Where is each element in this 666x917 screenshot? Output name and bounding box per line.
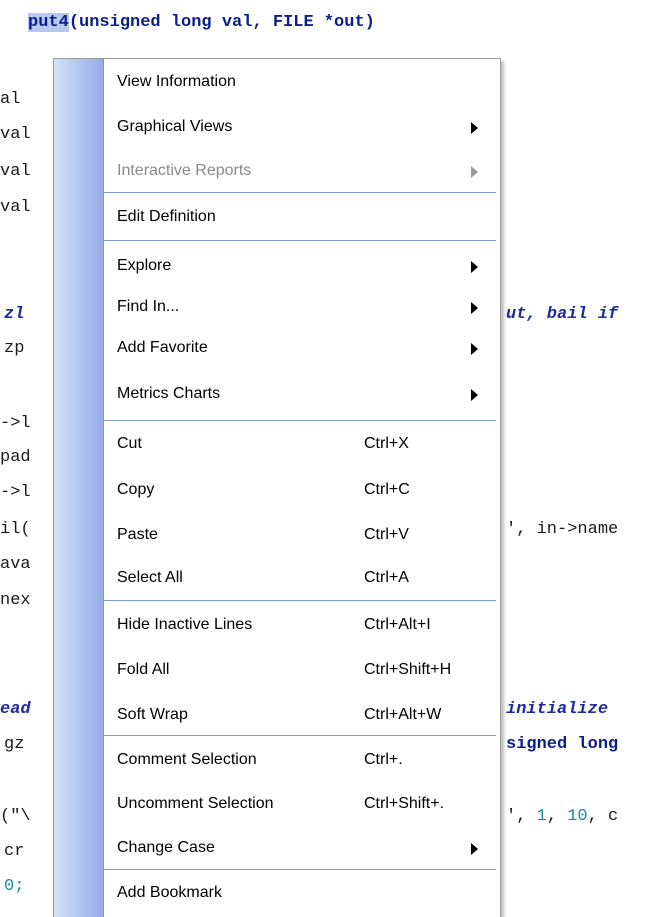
menu-separator	[104, 600, 496, 601]
menu-item-label: Copy	[117, 481, 155, 498]
function-name-selected[interactable]: put4	[28, 13, 69, 32]
submenu-arrow-icon	[471, 166, 478, 178]
function-params: (unsigned long val, FILE *out)	[68, 13, 375, 32]
menu-item-label: Add Favorite	[117, 339, 208, 356]
menu-item-shortcut: Ctrl+C	[364, 481, 410, 498]
menu-item-label: Paste	[117, 526, 158, 543]
menu-item-label: Change Case	[117, 839, 215, 856]
menu-item-metrics-charts[interactable]: Metrics Charts	[104, 373, 500, 417]
menu-item-fold-all[interactable]: Fold All Ctrl+Shift+H	[104, 649, 500, 693]
code-line-signature: put4(unsigned long val, FILE *out)	[28, 12, 375, 34]
menu-item-shortcut: Ctrl+Alt+I	[364, 616, 431, 633]
context-menu: View Information Graphical Views Interac…	[53, 58, 501, 917]
menu-item-shortcut: Ctrl+.	[364, 751, 403, 768]
menu-item-uncomment-selection[interactable]: Uncomment Selection Ctrl+Shift+.	[104, 783, 500, 827]
menu-item-copy[interactable]: Copy Ctrl+C	[104, 469, 500, 513]
menu-item-label: Add Bookmark	[117, 884, 222, 901]
code-fragment: ("\	[0, 807, 31, 826]
submenu-arrow-icon	[471, 122, 478, 134]
code-text: , c	[587, 807, 619, 826]
menu-item-add-bookmark[interactable]: Add Bookmark	[104, 872, 500, 916]
submenu-arrow-icon	[471, 343, 478, 355]
code-fragment: zp	[4, 339, 25, 358]
menu-item-shortcut: Ctrl+X	[364, 435, 409, 452]
code-fragment: ead	[0, 700, 31, 719]
menu-separator	[104, 240, 496, 241]
menu-separator	[104, 869, 496, 870]
submenu-arrow-icon	[471, 389, 478, 401]
submenu-arrow-icon	[471, 261, 478, 273]
menu-item-label: Edit Definition	[117, 208, 216, 225]
code-fragment: val	[0, 198, 31, 217]
menu-item-shortcut: Ctrl+V	[364, 526, 409, 543]
code-fragment-right: ut, bail if	[506, 305, 619, 324]
menu-item-label: Soft Wrap	[117, 706, 188, 723]
code-fragment: val	[0, 162, 31, 181]
menu-item-label: Select All	[117, 569, 183, 586]
code-fragment: ->l	[0, 414, 31, 433]
menu-item-label: View Information	[117, 73, 236, 90]
menu-item-soft-wrap[interactable]: Soft Wrap Ctrl+Alt+W	[104, 694, 500, 738]
submenu-arrow-icon	[471, 302, 478, 314]
menu-separator	[104, 192, 496, 193]
submenu-arrow-icon	[471, 843, 478, 855]
menu-item-select-all[interactable]: Select All Ctrl+A	[104, 557, 500, 601]
code-fragment-right: signed long	[506, 735, 619, 754]
menu-item-label: Fold All	[117, 661, 170, 678]
code-fragment: ->l	[0, 483, 31, 502]
menu-item-shortcut: Ctrl+Alt+W	[364, 706, 442, 723]
code-fragment: ava	[0, 555, 31, 574]
code-number: 10	[567, 807, 588, 826]
menu-item-label: Explore	[117, 257, 172, 274]
code-fragment: zl	[4, 305, 25, 324]
code-fragment-right: initialize	[506, 700, 609, 719]
code-text: ',	[506, 807, 537, 826]
code-fragment: val	[0, 125, 31, 144]
menu-item-comment-selection[interactable]: Comment Selection Ctrl+.	[104, 739, 500, 783]
menu-item-cut[interactable]: Cut Ctrl+X	[104, 423, 500, 467]
menu-item-label: Find In...	[117, 298, 180, 315]
menu-item-view-information[interactable]: View Information	[104, 61, 500, 105]
menu-item-hide-inactive-lines[interactable]: Hide Inactive Lines Ctrl+Alt+I	[104, 604, 500, 648]
code-fragment: nex	[0, 591, 31, 610]
menu-item-label: Comment Selection	[117, 751, 257, 768]
code-fragment: pad	[0, 448, 31, 467]
code-fragment: 0;	[4, 877, 25, 896]
menu-item-interactive-reports: Interactive Reports	[104, 150, 500, 194]
menu-item-label: Uncomment Selection	[117, 795, 274, 812]
menu-item-label: Interactive Reports	[117, 162, 252, 179]
menu-item-shortcut: Ctrl+Shift+.	[364, 795, 445, 812]
menu-item-add-favorite[interactable]: Add Favorite	[104, 327, 500, 371]
code-fragment-right: ', 1, 10, c	[506, 806, 618, 828]
code-fragment: gz	[4, 735, 25, 754]
menu-item-edit-definition[interactable]: Edit Definition	[104, 196, 500, 240]
code-fragment-right: ', in->name	[506, 520, 619, 539]
menu-separator	[104, 735, 496, 736]
menu-item-label: Hide Inactive Lines	[117, 616, 253, 633]
menu-item-label: Metrics Charts	[117, 385, 221, 402]
code-fragment: al	[0, 90, 21, 109]
menu-item-shortcut: Ctrl+A	[364, 569, 409, 586]
code-fragment: il(	[0, 520, 31, 539]
menu-icon-gutter	[54, 59, 104, 917]
code-text: ,	[546, 807, 568, 826]
menu-item-label: Cut	[117, 435, 142, 452]
menu-item-shortcut: Ctrl+Shift+H	[364, 661, 452, 678]
menu-item-explore[interactable]: Explore	[104, 245, 500, 289]
menu-separator	[104, 420, 496, 421]
code-fragment: cr	[4, 842, 25, 861]
menu-item-change-case[interactable]: Change Case	[104, 827, 500, 871]
menu-item-label: Graphical Views	[117, 118, 233, 135]
menu-item-paste[interactable]: Paste Ctrl+V	[104, 514, 500, 558]
menu-item-find-in[interactable]: Find In...	[104, 286, 500, 330]
code-number: 1	[536, 807, 547, 826]
menu-item-graphical-views[interactable]: Graphical Views	[104, 106, 500, 150]
